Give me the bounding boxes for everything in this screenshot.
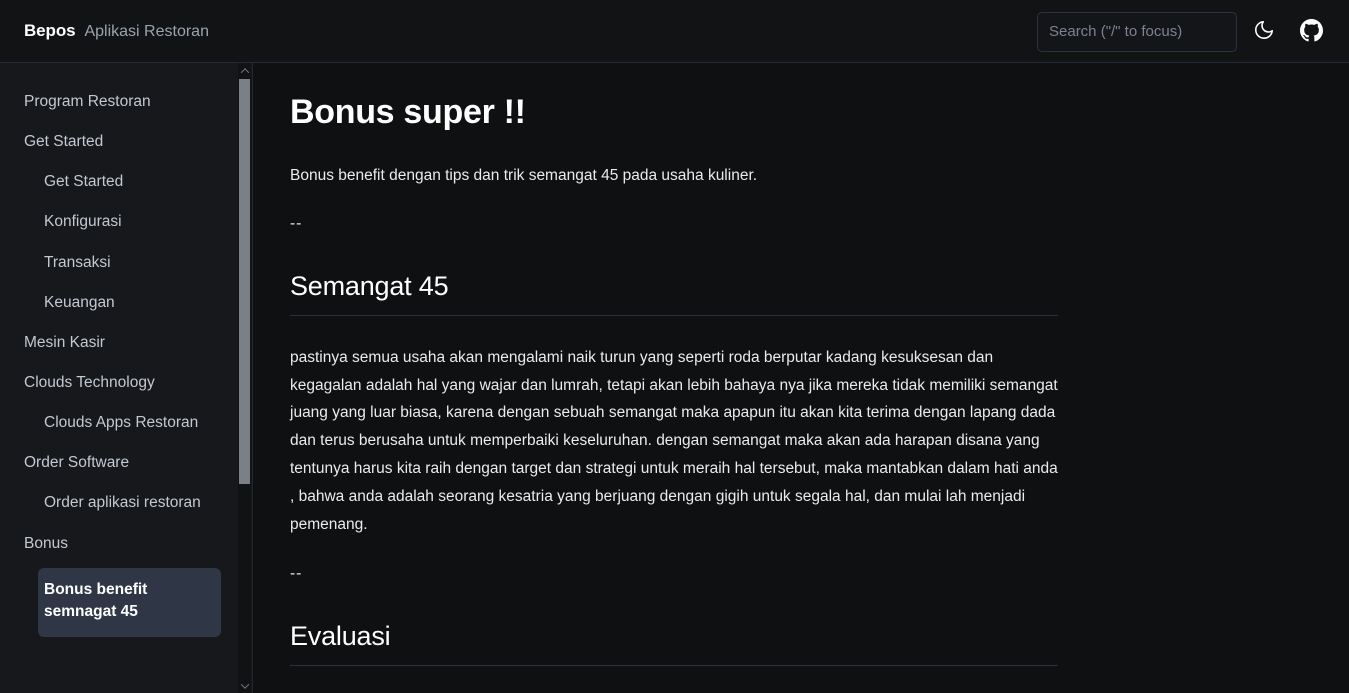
sidebar-item-keuangan[interactable]: Keuangan <box>0 283 239 323</box>
github-link-button[interactable] <box>1291 12 1331 52</box>
moon-icon <box>1253 19 1275 44</box>
sidebar-item-transaksi[interactable]: Transaksi <box>0 243 239 283</box>
sidebar-item-bonus-benefit-semnagat-45[interactable]: Bonus benefit semnagat 45 <box>38 567 221 637</box>
sidebar-scrollbar[interactable] <box>238 63 251 693</box>
chevron-up-icon <box>240 67 249 77</box>
scroll-down-button[interactable] <box>238 678 251 693</box>
sidebar-item-mesin-kasir[interactable]: Mesin Kasir <box>0 323 239 363</box>
separator-2: -- <box>290 564 303 582</box>
brand[interactable]: Bepos Aplikasi Restoran <box>24 21 209 41</box>
sidebar-item-get-started[interactable]: Get Started <box>0 162 239 202</box>
sidebar-item-konfigurasi[interactable]: Konfigurasi <box>0 202 239 242</box>
sidebar-item-clouds-apps-restoran[interactable]: Clouds Apps Restoran <box>0 403 239 443</box>
brand-name: Bepos <box>24 21 76 40</box>
sidebar-item-bonus[interactable]: Bonus <box>0 524 239 564</box>
section-heading-semangat-45: Semangat 45 <box>290 271 1058 316</box>
intro-paragraph: Bonus benefit dengan tips dan trik seman… <box>290 166 758 184</box>
sidebar-nav-list: Program Restoran Get Started Get Started Ko… <box>0 63 239 693</box>
page-title: Bonus super !! <box>290 93 526 131</box>
sidebar-item-program-restoran[interactable]: Program Restoran <box>0 82 239 122</box>
app-header: Bepos Aplikasi Restoran <box>0 0 1349 63</box>
document-article: Bonus super !! Bonus benefit dengan tips… <box>254 63 1349 666</box>
sidebar-item-get-started[interactable]: Get Started <box>0 122 239 162</box>
sidebar: Program Restoran Get Started Get Started Ko… <box>0 63 253 693</box>
sidebar-item-order-aplikasi-restoran[interactable]: Order aplikasi restoran <box>0 483 239 523</box>
github-icon <box>1299 18 1323 45</box>
section-heading-evaluasi: Evaluasi <box>290 621 1058 666</box>
header-actions <box>1037 0 1331 63</box>
section-body-semangat-45: pastinya semua usaha akan mengalami naik… <box>290 348 1058 533</box>
main-content: Bonus super !! Bonus benefit dengan tips… <box>254 63 1349 693</box>
brand-subtitle: Aplikasi Restoran <box>84 23 209 40</box>
chevron-down-icon <box>240 679 249 689</box>
scrollbar-thumb[interactable] <box>239 79 250 484</box>
search-input[interactable] <box>1037 11 1237 52</box>
sidebar-item-order-software[interactable]: Order Software <box>0 443 239 483</box>
scroll-up-button[interactable] <box>238 63 251 78</box>
separator-1: -- <box>290 214 303 232</box>
sidebar-item-clouds-technology[interactable]: Clouds Technology <box>0 363 239 403</box>
theme-toggle-button[interactable] <box>1244 12 1284 52</box>
